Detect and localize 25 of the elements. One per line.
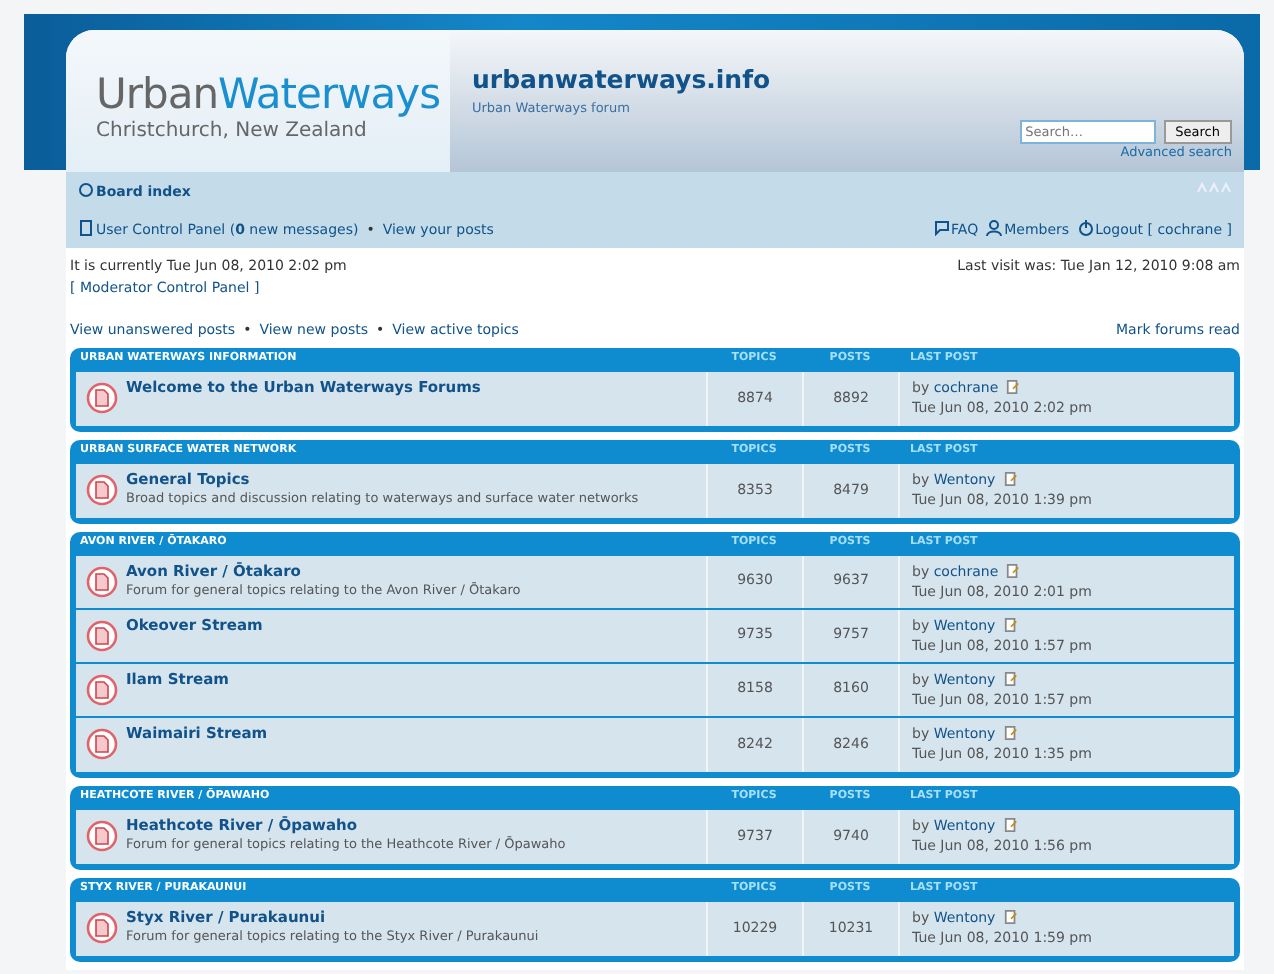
logo-text: Waterways [218, 70, 441, 118]
view-post-icon[interactable] [1003, 617, 1018, 631]
site-title[interactable]: urbanwaterways.info [472, 62, 1020, 100]
forum-icon [86, 727, 118, 759]
forum-icon [86, 565, 118, 597]
forum-icon [86, 619, 118, 651]
speech-bubble-icon [933, 219, 950, 235]
view-post-icon[interactable] [1003, 471, 1018, 485]
forum-icon [86, 673, 118, 705]
view-post-icon[interactable] [1006, 379, 1021, 393]
person-icon [986, 219, 1003, 235]
forum-icon [86, 819, 118, 851]
view-post-icon[interactable] [1006, 563, 1021, 577]
forum-icon [86, 473, 118, 505]
logo-text: Urban [96, 70, 219, 118]
forum-icon [86, 911, 118, 943]
forum-icon [86, 381, 118, 413]
home-icon [78, 182, 94, 198]
view-post-icon[interactable] [1003, 671, 1018, 685]
user-icon [78, 219, 94, 235]
power-icon [1077, 219, 1094, 235]
view-post-icon[interactable] [1003, 909, 1018, 923]
view-post-icon[interactable] [1003, 817, 1018, 831]
logo-subtitle: Christchurch, New Zealand [96, 118, 369, 146]
view-post-icon[interactable] [1003, 725, 1018, 739]
